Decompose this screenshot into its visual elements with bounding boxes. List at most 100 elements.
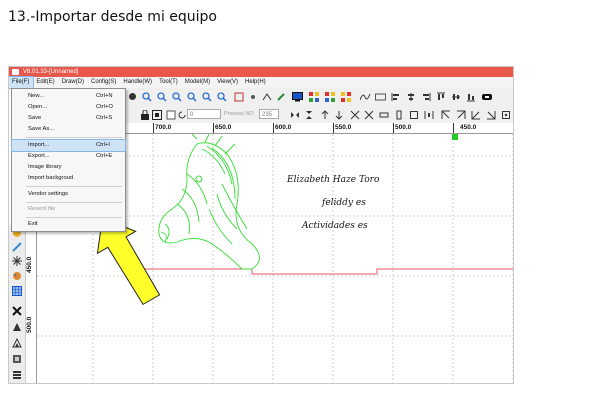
corner-br-icon[interactable] [485,109,496,120]
zebra-head-graphic [158,133,260,270]
array-icon[interactable] [309,91,320,102]
menu-item-import[interactable]: Import... Ctrl+I [11,139,126,152]
menu-edit[interactable]: Edit(E) [33,77,58,88]
counter-field[interactable]: 0 [187,109,221,119]
menu-model[interactable]: Model(M) [182,77,214,88]
ruler-label: 450.0 [460,124,477,131]
triangle-tool-icon[interactable] [11,321,23,333]
design-text-line2[interactable]: feliddy es [321,198,366,208]
curve-icon[interactable] [360,91,371,102]
toolbar-main [125,88,513,107]
process-no-label: Process NO [224,111,254,117]
design-outline [121,134,513,275]
move-down-icon[interactable] [333,109,344,120]
spark-icon[interactable] [11,255,23,267]
app-logo-icon [12,69,19,75]
center-icon[interactable] [500,109,511,120]
menu-item-import-background[interactable]: Import backgroud [12,173,125,184]
align-top-icon[interactable] [435,91,446,102]
menu-item-recent-file: Resent file [28,206,56,212]
file-dropdown-menu: New... Ctrl+N Open... Ctrl+O Save Ctrl+S Sa… [11,88,126,232]
zoom-fit-icon[interactable] [186,91,197,102]
toolbar-secondary: 0 Process NO 235 [125,106,513,124]
grid-tool-icon[interactable] [11,285,23,297]
checkbox-icon[interactable] [165,109,176,120]
move-up-icon[interactable] [319,109,330,120]
menu-draw[interactable]: Draw(D) [59,77,88,88]
horizontal-ruler: 700.0 650.0 600.0 550.0 500.0 450.0 [125,123,513,134]
size-height-icon[interactable] [393,109,404,120]
laser-head-icon[interactable] [482,91,493,102]
node-edit-icon[interactable] [247,91,258,102]
ruler-label: 550.0 [335,124,352,131]
ruler-label: 500.0 [395,124,412,131]
bars-tool-icon[interactable] [11,369,23,381]
lock-icon[interactable] [139,109,150,120]
menu-item-save-as[interactable]: Save As... [12,124,125,135]
color-palette-icon[interactable] [11,270,23,282]
align-middle-icon[interactable] [450,91,461,102]
menu-item-save[interactable]: Save Ctrl+S [12,113,125,124]
align-right-icon[interactable] [420,91,431,102]
monitor-icon[interactable] [292,91,303,102]
cut-tool-icon[interactable] [11,305,23,317]
menu-item-export[interactable]: Export... Ctrl+E [12,151,125,162]
menu-item-open[interactable]: Open... Ctrl+O [12,102,125,113]
ruler-label: 700.0 [155,124,172,131]
frame-icon[interactable] [233,91,244,102]
instruction-heading: 13.-Importar desde mi equipo [8,9,218,25]
ruler-label: 600.0 [275,124,292,131]
menu-item-exit[interactable]: Exit [12,219,125,230]
selection-handle [452,134,458,140]
zoom-all-icon[interactable] [201,91,212,102]
layer-grid-icon[interactable] [341,91,352,102]
size-width-icon[interactable] [378,109,389,120]
menu-item-vendor-settings[interactable]: Vendor settings [12,189,125,200]
group-icon[interactable] [363,109,374,120]
corner-bl-icon[interactable] [470,109,481,120]
path-icon[interactable] [261,91,272,102]
vruler-label: 500.0 [26,316,33,333]
array-copy-icon[interactable] [325,91,336,102]
menu-item-image-library[interactable]: Image library [12,162,125,173]
left-toolbar [9,225,26,383]
menu-view[interactable]: View(V) [214,77,242,88]
zoom-page-icon[interactable] [216,91,227,102]
window-title: V8.01.33-[Unnamed] [23,69,79,75]
split-icon[interactable] [349,109,360,120]
menu-file[interactable]: File(F) [9,76,35,89]
corner-tr-icon[interactable] [455,109,466,120]
menu-handle[interactable]: Handle(W) [120,77,156,88]
vruler-label: 450.0 [26,256,33,273]
application-screenshot: V8.01.33-[Unnamed] File(F) Edit(E) Draw(D)… [8,66,514,384]
mirror-h-icon[interactable] [289,109,300,120]
rotate-icon[interactable] [176,109,187,120]
window-titlebar: V8.01.33-[Unnamed] [9,67,513,77]
align-center-icon[interactable] [405,91,416,102]
bmp-icon[interactable] [375,91,386,102]
frame-select-icon[interactable] [151,109,162,120]
process-no-field[interactable]: 235 [259,109,279,119]
mirror-v-icon[interactable] [303,109,314,120]
design-text-line1[interactable]: Elizabeth Haze Toro [286,175,380,185]
menu-help[interactable]: Help(H) [242,77,270,88]
menu-item-new[interactable]: New... Ctrl+N [12,91,125,102]
zoom-in-icon[interactable] [141,91,152,102]
size-both-icon[interactable] [408,109,419,120]
align-left-icon[interactable] [390,91,401,102]
zoom-out-icon[interactable] [156,91,167,102]
select-icon[interactable] [127,91,138,102]
layer-tool-icon[interactable] [11,353,23,365]
distribute-icon[interactable] [423,109,434,120]
brush-icon[interactable] [275,91,286,102]
menu-tool[interactable]: Tool(T) [156,77,182,88]
edit-node-icon[interactable] [11,241,23,253]
triangle-outline-icon[interactable] [11,337,23,349]
ruler-label: 650.0 [215,124,232,131]
menu-config[interactable]: Config(S) [88,77,120,88]
align-bottom-icon[interactable] [465,91,476,102]
corner-tl-icon[interactable] [440,109,451,120]
zoom-window-icon[interactable] [171,91,182,102]
design-text-line3[interactable]: Actividades es [301,221,368,231]
vertical-ruler: 450.0 500.0 [26,225,37,383]
